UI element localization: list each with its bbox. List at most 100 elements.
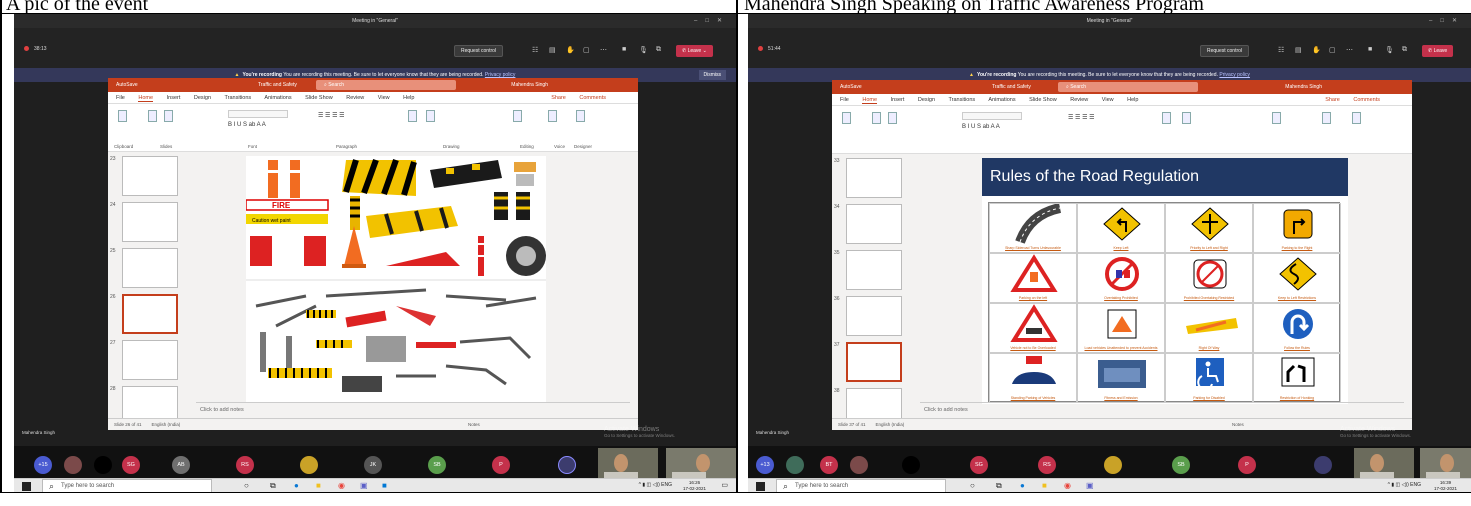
share-comments[interactable]: Share Comments xyxy=(551,92,618,104)
chat-icon[interactable]: ▤ xyxy=(1295,46,1302,54)
avatar[interactable] xyxy=(558,456,576,474)
share-icon[interactable]: ⧉ xyxy=(656,46,661,54)
chat-icon[interactable]: ▤ xyxy=(549,46,556,54)
mic-icon[interactable]: 🎙 xyxy=(1385,46,1394,54)
menu-review[interactable]: Review xyxy=(1070,97,1088,103)
slide-thumb-selected[interactable] xyxy=(122,294,178,334)
system-tray[interactable]: ^ ▮ ◫ ◁)) ENG xyxy=(639,482,672,488)
leave-button[interactable]: ✆ Leave ⌄ xyxy=(676,45,713,57)
avatar[interactable]: RS xyxy=(236,456,254,474)
edge-icon[interactable]: ● xyxy=(294,481,299,490)
task-view-icon[interactable]: ⧉ xyxy=(996,481,1002,491)
notes-pane[interactable]: Click to add notes xyxy=(196,402,630,416)
mic-icon[interactable]: 🎙 xyxy=(639,46,648,54)
menu-help[interactable]: Help xyxy=(1127,97,1138,103)
rooms-icon[interactable]: ▢ xyxy=(1329,46,1336,54)
menu-slideshow[interactable]: Slide Show xyxy=(1029,97,1057,103)
system-tray[interactable]: ^ ▮ ◫ ◁)) ENG xyxy=(1388,482,1421,488)
avatar[interactable]: SB xyxy=(428,456,446,474)
slide-thumb[interactable] xyxy=(122,340,178,380)
slide-thumb[interactable] xyxy=(846,158,902,198)
avatar[interactable]: P xyxy=(492,456,510,474)
avatar[interactable] xyxy=(300,456,318,474)
windows-start-icon[interactable] xyxy=(22,482,31,491)
menu-insert[interactable]: Insert xyxy=(891,97,905,103)
avatar[interactable] xyxy=(786,456,804,474)
menu-view[interactable]: View xyxy=(378,95,390,101)
reactions-icon[interactable]: ✋ xyxy=(566,46,575,54)
leave-button[interactable]: ✆ Leave xyxy=(1422,45,1454,57)
menu-home[interactable]: Home xyxy=(138,95,154,102)
dismiss-button[interactable]: Dismiss xyxy=(698,70,726,80)
teams-icon[interactable]: ▣ xyxy=(1086,481,1094,490)
menu-view[interactable]: View xyxy=(1102,97,1114,103)
taskbar-clock[interactable]: 16:39 17-02-2021 xyxy=(1434,480,1457,492)
file-explorer-icon[interactable]: ■ xyxy=(1042,481,1047,490)
slide-thumb[interactable] xyxy=(846,250,902,290)
avatar[interactable] xyxy=(1104,456,1122,474)
share-comments[interactable]: Share Comments xyxy=(1325,94,1392,106)
menu-insert[interactable]: Insert xyxy=(167,95,181,101)
avatar[interactable]: SG xyxy=(970,456,988,474)
slide-thumb[interactable] xyxy=(122,156,178,196)
request-control-button[interactable]: Request control xyxy=(1200,45,1250,57)
cortana-icon[interactable]: ○ xyxy=(970,481,975,490)
overflow-avatar[interactable]: +15 xyxy=(34,456,52,474)
taskbar-clock[interactable]: 16:26 17-02-2021 xyxy=(683,480,706,492)
taskbar-search[interactable]: Type here to search xyxy=(776,479,946,492)
request-control-button[interactable]: Request control xyxy=(454,45,504,57)
slide-thumb[interactable] xyxy=(846,296,902,336)
file-explorer-icon[interactable]: ■ xyxy=(316,481,321,490)
avatar[interactable]: AB xyxy=(172,456,190,474)
slide-canvas[interactable]: FIRE Caution wet paint xyxy=(245,156,546,402)
avatar[interactable]: SB xyxy=(1172,456,1190,474)
slide-thumb-selected[interactable] xyxy=(846,342,902,382)
avatar[interactable] xyxy=(94,456,112,474)
menu-file[interactable]: File xyxy=(116,95,125,101)
slide-thumb[interactable] xyxy=(122,202,178,242)
menu-transitions[interactable]: Transitions xyxy=(948,97,975,103)
people-icon[interactable]: ☷ xyxy=(1278,46,1284,54)
camera-icon[interactable]: ■ xyxy=(622,46,626,53)
menu-help[interactable]: Help xyxy=(403,95,414,101)
cortana-icon[interactable]: ○ xyxy=(244,481,249,490)
taskbar-search[interactable]: Type here to search xyxy=(42,479,212,492)
menu-animations[interactable]: Animations xyxy=(988,97,1015,103)
notifications-icon[interactable]: ▭ xyxy=(721,481,728,489)
more-icon[interactable]: ⋯ xyxy=(1346,46,1353,54)
avatar[interactable]: SG xyxy=(122,456,140,474)
store-icon[interactable]: ■ xyxy=(382,481,387,490)
menu-file[interactable]: File xyxy=(840,97,849,103)
overflow-avatar[interactable]: +13 xyxy=(756,456,774,474)
avatar[interactable] xyxy=(850,456,868,474)
teams-icon[interactable]: ▣ xyxy=(360,481,368,490)
ppt-search[interactable]: ⌕ Search xyxy=(316,80,456,90)
avatar[interactable] xyxy=(1314,456,1332,474)
ppt-search[interactable]: ⌕ Search xyxy=(1058,82,1198,92)
menu-design[interactable]: Design xyxy=(194,95,211,101)
task-view-icon[interactable]: ⧉ xyxy=(270,481,276,491)
slide-thumb[interactable] xyxy=(122,248,178,288)
people-icon[interactable]: ☷ xyxy=(532,46,538,54)
chrome-icon[interactable]: ◉ xyxy=(338,481,345,490)
slide-thumb[interactable] xyxy=(846,204,902,244)
privacy-policy-link[interactable]: Privacy policy xyxy=(1219,72,1250,78)
menu-review[interactable]: Review xyxy=(346,95,364,101)
chrome-icon[interactable]: ◉ xyxy=(1064,481,1071,490)
share-icon[interactable]: ⧉ xyxy=(1402,46,1407,54)
slide-canvas[interactable]: Rules of the Road Regulation Sharp Sider… xyxy=(982,158,1348,404)
avatar[interactable]: JK xyxy=(364,456,382,474)
more-icon[interactable]: ⋯ xyxy=(600,46,607,54)
edge-icon[interactable]: ● xyxy=(1020,481,1025,490)
windows-start-icon[interactable] xyxy=(756,482,765,491)
menu-design[interactable]: Design xyxy=(918,97,935,103)
avatar[interactable]: P xyxy=(1238,456,1256,474)
avatar[interactable]: RS xyxy=(1038,456,1056,474)
reactions-icon[interactable]: ✋ xyxy=(1312,46,1321,54)
camera-icon[interactable]: ■ xyxy=(1368,46,1372,53)
rooms-icon[interactable]: ▢ xyxy=(583,46,590,54)
avatar[interactable] xyxy=(902,456,920,474)
notes-pane[interactable]: Click to add notes xyxy=(920,402,1404,416)
menu-transitions[interactable]: Transitions xyxy=(224,95,251,101)
menu-slideshow[interactable]: Slide Show xyxy=(305,95,333,101)
